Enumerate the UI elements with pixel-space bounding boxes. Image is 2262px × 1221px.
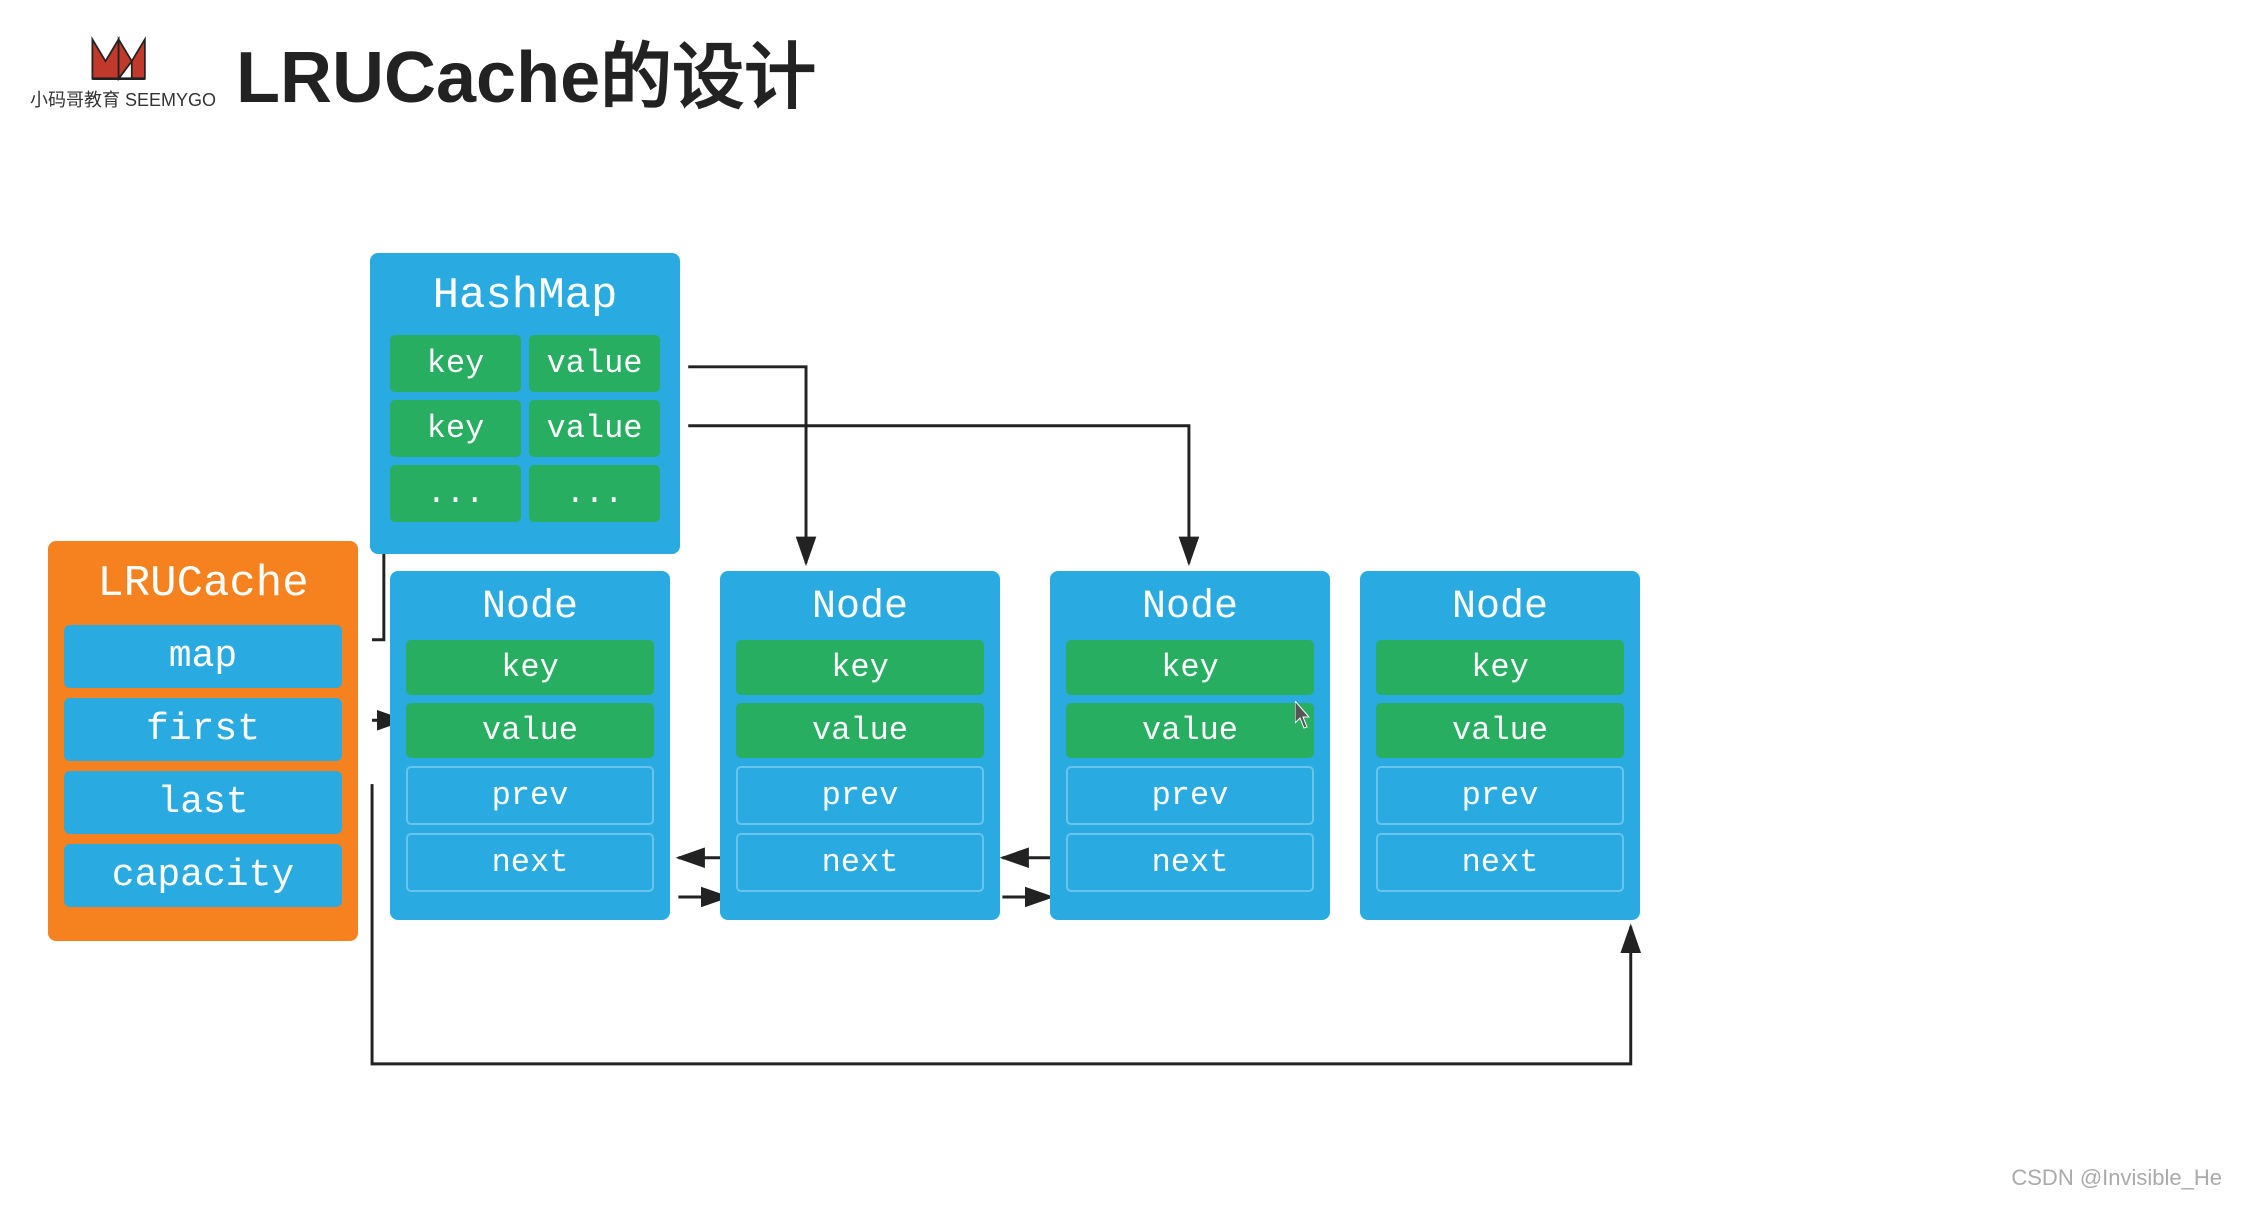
node2-prev: prev [736, 766, 984, 825]
logo-area: 小码哥教育 SEEMYGO [30, 29, 216, 112]
lru-box: LRUCache map first last capacity [48, 541, 358, 941]
hashmap-value-1: value [529, 335, 660, 392]
node2-value: value [736, 703, 984, 758]
node3-prev: prev [1066, 766, 1314, 825]
logo-text: 小码哥教育 SEEMYGO [30, 89, 216, 112]
diagram: LRUCache map first last capacity HashMap… [0, 141, 2262, 1221]
node-title-4: Node [1376, 585, 1624, 630]
node-box-1: Node key value prev next [390, 571, 670, 920]
node4-key: key [1376, 640, 1624, 695]
node2-key: key [736, 640, 984, 695]
node4-value: value [1376, 703, 1624, 758]
hashmap-row-1: key value [390, 335, 660, 392]
hashmap-row-3: ... ... [390, 465, 660, 522]
hashmap-value-2: value [529, 400, 660, 457]
node2-next: next [736, 833, 984, 892]
node3-value: value [1066, 703, 1314, 758]
hashmap-key-2: key [390, 400, 521, 457]
header: 小码哥教育 SEEMYGO LRUCache的设计 [0, 0, 2262, 141]
node-title-3: Node [1066, 585, 1314, 630]
hashmap-row-2: key value [390, 400, 660, 457]
lru-title: LRUCache [64, 559, 342, 609]
node-box-4: Node key value prev next [1360, 571, 1640, 920]
logo-icon [88, 29, 158, 89]
hashmap-title: HashMap [390, 271, 660, 321]
node-title-2: Node [736, 585, 984, 630]
node1-value: value [406, 703, 654, 758]
hashmap-dots-2: ... [529, 465, 660, 522]
hashmap-dots-1: ... [390, 465, 521, 522]
node-title-1: Node [406, 585, 654, 630]
lru-field-capacity: capacity [64, 844, 342, 907]
node-box-2: Node key value prev next [720, 571, 1000, 920]
watermark: CSDN @Invisible_He [2011, 1165, 2222, 1191]
node1-key: key [406, 640, 654, 695]
lru-field-last: last [64, 771, 342, 834]
node1-prev: prev [406, 766, 654, 825]
node3-next: next [1066, 833, 1314, 892]
page-title: LRUCache的设计 [236, 18, 816, 123]
hashmap-key-1: key [390, 335, 521, 392]
node1-next: next [406, 833, 654, 892]
lru-field-map: map [64, 625, 342, 688]
node4-prev: prev [1376, 766, 1624, 825]
node-box-3: Node key value prev next [1050, 571, 1330, 920]
node3-key: key [1066, 640, 1314, 695]
node4-next: next [1376, 833, 1624, 892]
hashmap-box: HashMap key value key value ... ... [370, 253, 680, 554]
lru-field-first: first [64, 698, 342, 761]
